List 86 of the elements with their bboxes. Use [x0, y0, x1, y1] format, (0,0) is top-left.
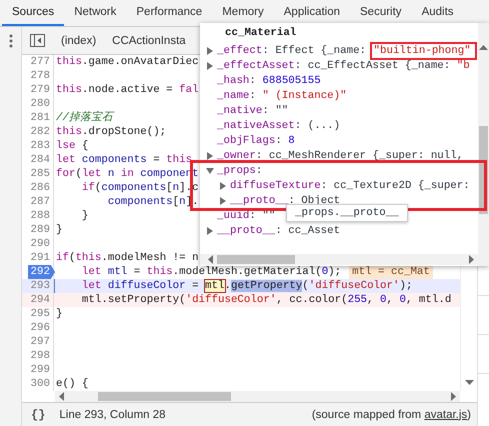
- code-line: //掉落宝石: [56, 111, 113, 125]
- scroll-up-icon[interactable]: [479, 45, 488, 50]
- popover-title: cc_Material: [224, 26, 298, 41]
- line-number: 291: [30, 251, 50, 265]
- line-number: 289: [30, 223, 50, 237]
- scroll-right-icon[interactable]: [469, 255, 474, 264]
- code-line: e() {: [56, 377, 88, 391]
- panel-tab[interactable]: Audits: [412, 0, 464, 26]
- line-number: 287: [30, 195, 50, 209]
- code-line: let diffuseColor = mtl.getProperty('diffuseColor');: [80, 279, 412, 293]
- code-line: this.node.active = fal: [56, 83, 199, 97]
- code-line: }: [80, 209, 88, 223]
- line-number: 290: [30, 237, 50, 251]
- line-number: 288: [30, 209, 50, 223]
- property-entry: _owner: cc_MeshRenderer {_super: null,: [217, 150, 464, 162]
- line-number: 279: [30, 83, 50, 97]
- collapse-triangle-icon[interactable]: [206, 166, 214, 174]
- line-number: 281: [30, 111, 50, 125]
- inline-value: mtl = cc_Mat: [349, 265, 433, 279]
- vertical-scrollbar[interactable]: [478, 23, 489, 266]
- line-number: 277: [30, 55, 50, 69]
- line-number: 282: [30, 125, 50, 139]
- line-number: 294: [30, 293, 50, 307]
- panel-tab[interactable]: Security: [350, 0, 412, 26]
- code-line: this.game.onAvatarDiec: [56, 55, 199, 69]
- file-tab[interactable]: (index): [61, 34, 96, 46]
- annotation-box: "builtin-phong": [370, 42, 477, 60]
- property-entry: _effect: Effect {_name: "builtin-phong": [217, 44, 477, 56]
- code-line: lse {: [56, 139, 88, 153]
- line-number: 283: [30, 139, 50, 153]
- line-number: 278: [30, 69, 50, 83]
- line-number: 293: [30, 279, 50, 293]
- property-entry: _nativeAsset: (...): [217, 120, 340, 132]
- line-number: 296: [30, 321, 50, 335]
- panel-tab[interactable]: Performance: [126, 0, 212, 26]
- pretty-print-button[interactable]: {}: [31, 408, 46, 422]
- line-number: 300: [30, 377, 50, 391]
- code-line: }: [56, 307, 62, 321]
- line-number: 297: [30, 335, 50, 349]
- line-number: 280: [30, 97, 50, 111]
- line-number: 295: [30, 307, 50, 321]
- breakpoint-line-number[interactable]: 292: [28, 265, 55, 279]
- code-line: let components = this: [56, 153, 192, 167]
- file-tab[interactable]: CCActionInsta: [112, 34, 186, 46]
- horizontal-scrollbar[interactable]: [55, 391, 460, 402]
- sidebar-toggle-icon[interactable]: [30, 34, 45, 47]
- property-entry: _objFlags: 8: [217, 134, 295, 146]
- line-number: 299: [30, 363, 50, 377]
- line-number: 284: [30, 153, 50, 167]
- scroll-left-icon[interactable]: [208, 255, 213, 264]
- scrollbar-thumb[interactable]: [217, 255, 295, 264]
- code-line: }: [56, 223, 62, 237]
- code-line: let mtl = this.modelMesh.getMaterial(0);: [80, 265, 342, 279]
- horizontal-scrollbar[interactable]: [200, 254, 478, 265]
- scroll-right-icon[interactable]: [451, 392, 456, 401]
- expand-triangle-icon[interactable]: [219, 196, 227, 204]
- line-number: 285: [30, 167, 50, 181]
- expand-triangle-icon[interactable]: [219, 182, 227, 190]
- tooltip: _props.__proto__: [286, 204, 408, 222]
- property-entry: _hash: 688505155: [217, 74, 321, 86]
- expand-triangle-icon[interactable]: [206, 152, 214, 160]
- property-entry: __proto__: Object: [230, 194, 340, 206]
- panel-tab[interactable]: Memory: [212, 0, 274, 26]
- property-entry: __proto__: cc_Asset: [217, 224, 340, 236]
- source-map-note: (source mapped from avatar.js): [312, 408, 471, 420]
- property-entry: _name: " (Instance)": [217, 90, 347, 102]
- code-line: this.dropStone();: [56, 125, 166, 139]
- property-entry: diffuseTexture: cc_Texture2D {_super:: [230, 180, 470, 192]
- property-entry: _native: "": [217, 104, 288, 116]
- source-link[interactable]: avatar.js: [424, 408, 468, 420]
- expand-triangle-icon[interactable]: [206, 226, 214, 234]
- expand-triangle-icon[interactable]: [206, 46, 214, 54]
- code-line: if(this.modelMesh != n: [56, 251, 199, 265]
- code-line: mtl.setProperty('diffuseColor', cc.color(255, 0, 0, mtl.d: [80, 293, 452, 307]
- more-options-icon[interactable]: [8, 34, 12, 48]
- panel-tab[interactable]: Network: [64, 0, 126, 26]
- line-number: 286: [30, 181, 50, 195]
- scroll-down-icon[interactable]: [464, 380, 474, 385]
- line-number: 298: [30, 349, 50, 363]
- property-entry: _effectAsset: cc_EffectAsset {_name: "b: [217, 60, 470, 72]
- scrollbar-thumb[interactable]: [98, 392, 231, 401]
- scroll-left-icon[interactable]: [59, 392, 64, 401]
- panel-tab[interactable]: Application: [274, 0, 350, 26]
- property-entry: _props:: [217, 164, 262, 176]
- cursor-position: Line 293, Column 28: [59, 408, 167, 420]
- expand-triangle-icon[interactable]: [206, 62, 214, 70]
